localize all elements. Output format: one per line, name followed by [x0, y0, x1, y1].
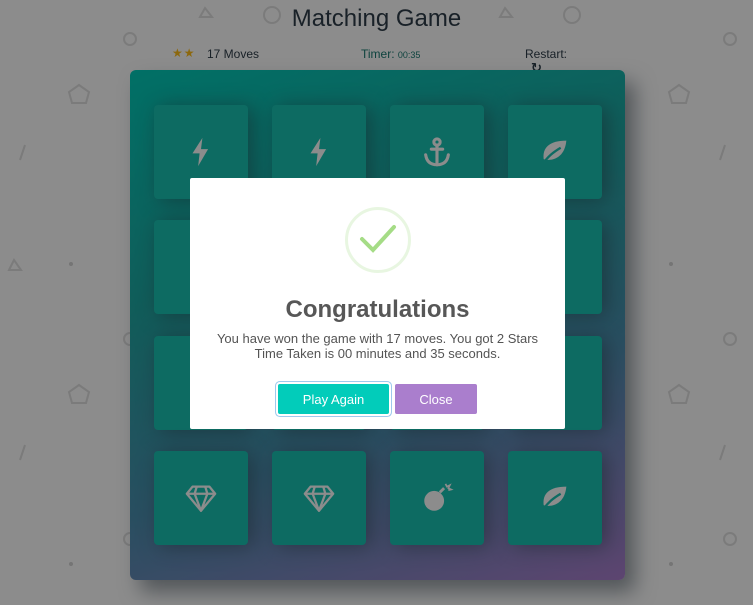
win-modal: Congratulations You have won the game wi…: [190, 178, 565, 429]
time-summary: Time Taken is 00 minutes and 35 seconds.: [254, 346, 501, 361]
close-button[interactable]: Close: [395, 384, 477, 414]
success-check: [345, 207, 411, 273]
result-summary: You have won the game with 17 moves. You…: [216, 331, 539, 346]
modal-title: Congratulations: [285, 296, 470, 323]
checkmark-icon: [360, 225, 396, 253]
modal-message: You have won the game with 17 moves. You…: [190, 331, 565, 361]
play-again-button[interactable]: Play Again: [278, 384, 389, 414]
